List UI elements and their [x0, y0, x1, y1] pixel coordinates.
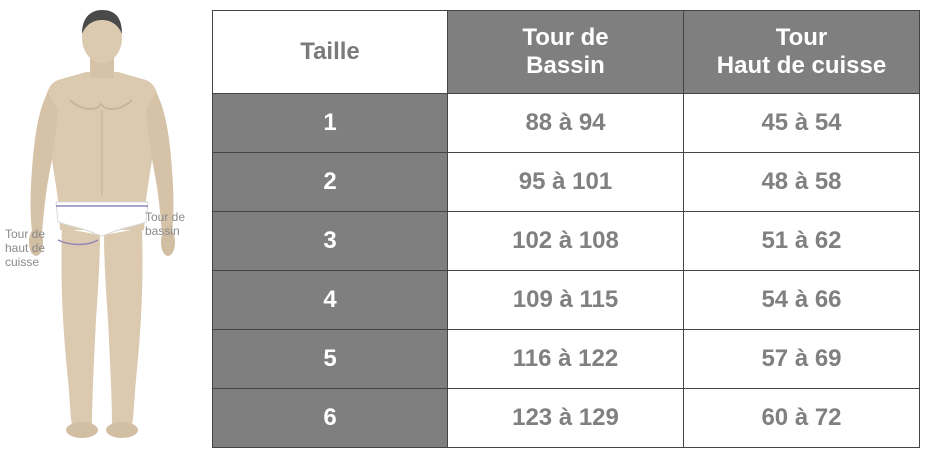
- thigh-cell: 60 à 72: [683, 388, 920, 448]
- left-foot: [66, 422, 98, 438]
- header-hip: Tour de Bassin: [447, 10, 684, 94]
- hip-cell: 95 à 101: [447, 152, 684, 212]
- size-cell: 3: [212, 211, 448, 271]
- hip-cell: 88 à 94: [447, 93, 684, 153]
- right-leg: [104, 228, 143, 425]
- table-row: 3 102 à 108 51 à 62: [212, 211, 920, 271]
- thigh-cell: 45 à 54: [683, 93, 920, 153]
- size-cell: 4: [212, 270, 448, 330]
- table-header-row: Taille Tour de Bassin Tour Haut de cuiss…: [212, 10, 920, 94]
- header-thigh-line1: Tour: [775, 24, 828, 51]
- header-hip-line1: Tour de: [522, 24, 609, 51]
- size-cell: 5: [212, 329, 448, 389]
- header-size-label: Taille: [300, 38, 360, 65]
- hip-cell: 116 à 122: [447, 329, 684, 389]
- thigh-cell: 48 à 58: [683, 152, 920, 212]
- header-size: Taille: [212, 10, 448, 94]
- thigh-label: Tour de haut de cuisse: [5, 227, 46, 269]
- hip-label: Tour de bassin: [145, 210, 186, 238]
- table-row: 5 116 à 122 57 à 69: [212, 329, 920, 389]
- table-row: 1 88 à 94 45 à 54: [212, 93, 920, 153]
- hip-cell: 102 à 108: [447, 211, 684, 271]
- body-figure: Tour de bassin Tour de haut de cuisse: [0, 0, 205, 457]
- size-cell: 2: [212, 152, 448, 212]
- size-cell: 1: [212, 93, 448, 153]
- thigh-cell: 54 à 66: [683, 270, 920, 330]
- header-thigh: Tour Haut de cuisse: [683, 10, 920, 94]
- size-chart-table: Taille Tour de Bassin Tour Haut de cuiss…: [212, 10, 920, 448]
- table-row: 2 95 à 101 48 à 58: [212, 152, 920, 212]
- table-row: 6 123 à 129 60 à 72: [212, 388, 920, 448]
- left-leg: [61, 228, 100, 425]
- hip-cell: 123 à 129: [447, 388, 684, 448]
- table-row: 4 109 à 115 54 à 66: [212, 270, 920, 330]
- thigh-cell: 57 à 69: [683, 329, 920, 389]
- thigh-cell: 51 à 62: [683, 211, 920, 271]
- header-thigh-line2: Haut de cuisse: [716, 52, 887, 79]
- right-foot: [106, 422, 138, 438]
- hip-cell: 109 à 115: [447, 270, 684, 330]
- header-hip-line2: Bassin: [526, 52, 605, 79]
- size-cell: 6: [212, 388, 448, 448]
